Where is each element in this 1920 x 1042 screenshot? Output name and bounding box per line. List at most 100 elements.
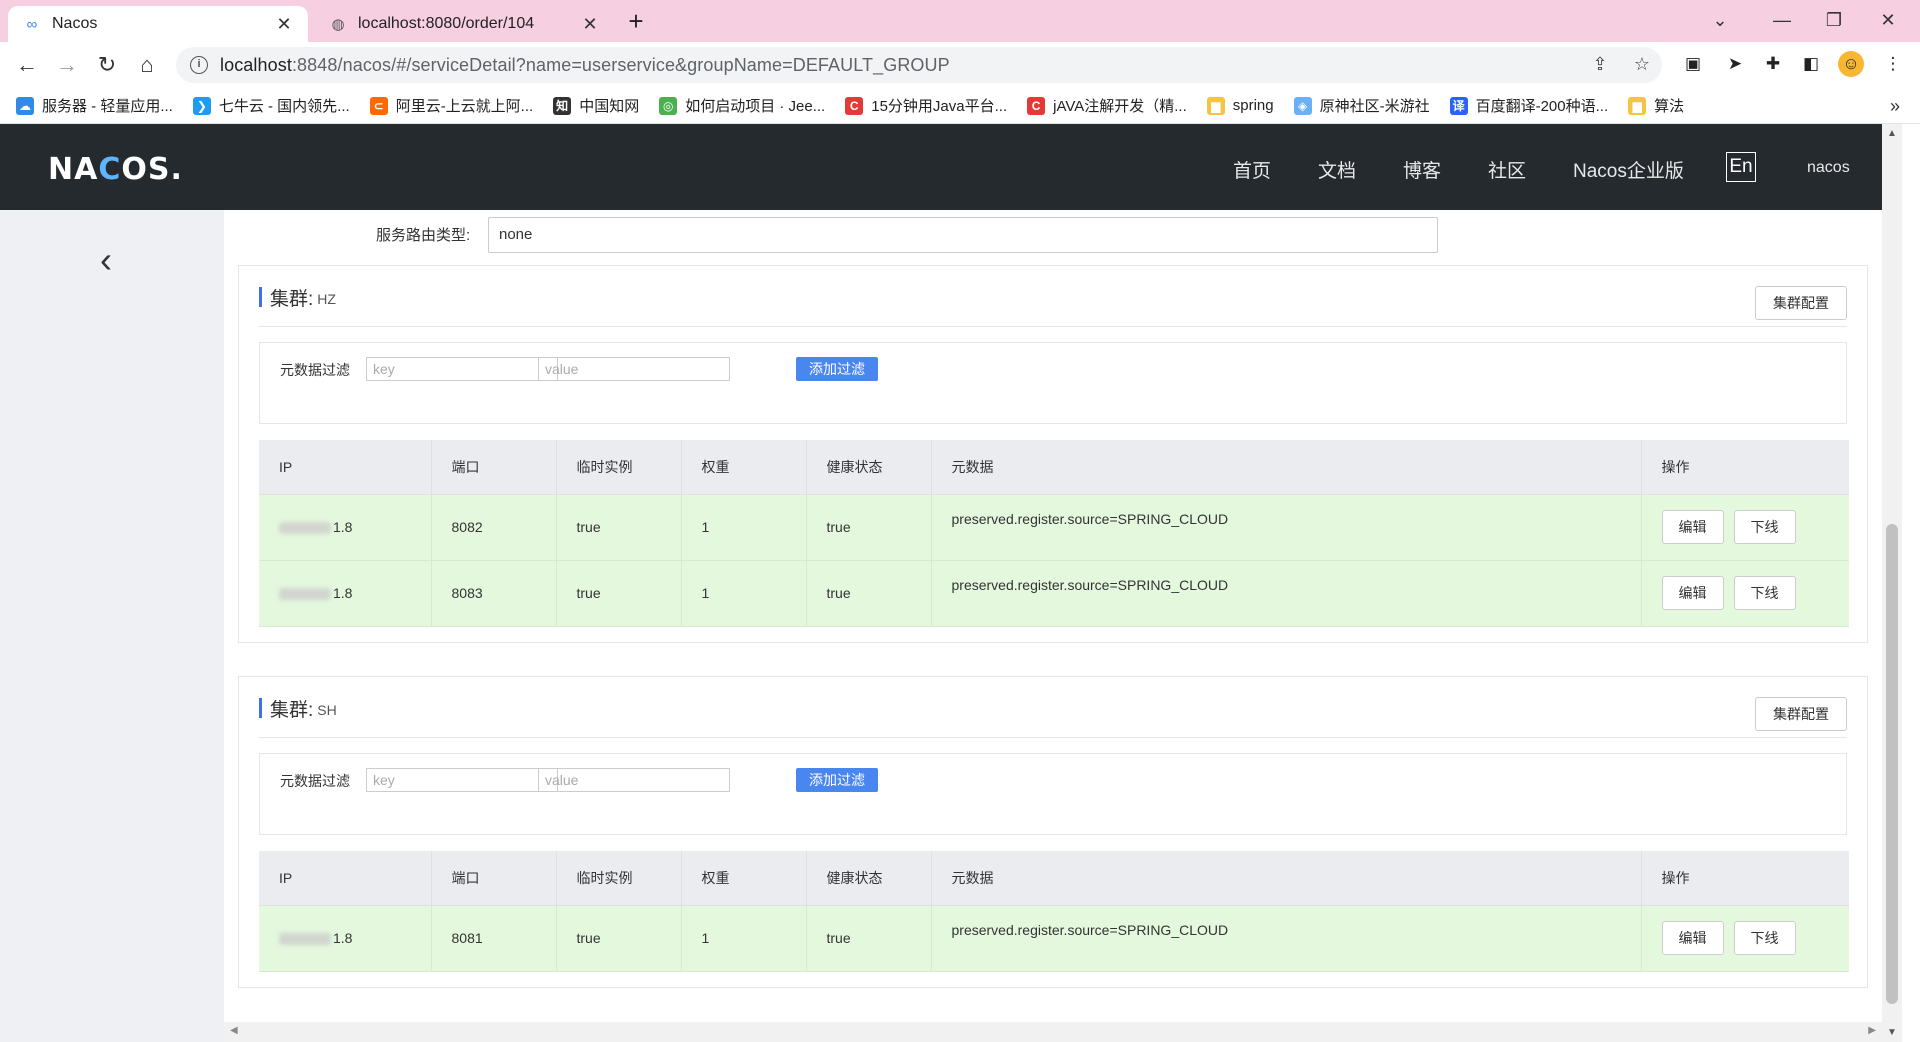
more-bookmarks-icon[interactable]: » (1890, 96, 1900, 117)
bookmark-item[interactable]: ❯ 七牛云 - 国内领先... (192, 95, 350, 116)
redacted-ip (279, 588, 331, 601)
home-icon[interactable]: ⌂ (132, 50, 162, 80)
bookmark-favicon-icon: C (845, 96, 864, 115)
user-name[interactable]: nacos (1807, 159, 1850, 177)
redacted-ip (279, 522, 331, 535)
ephemeral-cell: true (556, 560, 682, 627)
bookmark-item[interactable]: CjAVA注解开发（精... (1027, 95, 1187, 116)
reload-icon[interactable]: ↻ (92, 50, 122, 80)
metadata-cell: preserved.register.source=SPRING_CLOUD (931, 905, 1642, 972)
weight-cell: 1 (681, 560, 807, 627)
tab-search-icon[interactable]: ⌄ (1700, 4, 1740, 36)
table-row: 1.8 8082 true 1 true preserved.register.sourc… (259, 494, 1849, 561)
bookmark-favicon-icon: ◎ (659, 96, 678, 115)
ip-cell: 1.8 (259, 494, 432, 561)
cluster-label: 集群: (270, 288, 314, 310)
puzzle-extensions-icon[interactable]: ✚ (1760, 51, 1786, 77)
filter-value-input[interactable]: value (538, 357, 730, 381)
cluster-panel: 集群: SH 集群配置 元数据过滤 key value 添加过滤 IP 端口 临时实例 权重 健康状态… (238, 676, 1868, 988)
menu-kebab-icon[interactable]: ⋮ (1880, 51, 1906, 77)
column-header: 权重 (681, 440, 807, 495)
add-filter-button[interactable]: 添加过滤 (796, 357, 878, 381)
bookmark-item[interactable]: ◎ 如何启动项目 · Jee... (659, 95, 825, 116)
filter-value-input[interactable]: value (538, 768, 730, 792)
back-icon[interactable]: ← (12, 50, 42, 80)
actions-cell: 编辑 下线 (1641, 560, 1849, 627)
bookmark-item[interactable]: 译百度翻译-200种语... (1449, 95, 1608, 116)
instance-table: IP 端口 临时实例 权重 健康状态 元数据 操作 1.8 8082 true 1 true prese… (259, 440, 1849, 627)
tab-nacos[interactable]: ∞ Nacos ✕ (8, 6, 308, 42)
offline-button[interactable]: 下线 (1733, 921, 1796, 955)
column-header: 健康状态 (806, 851, 932, 906)
bookmark-item[interactable]: C 15分钟用Java平台... (845, 95, 1007, 116)
bookmark-star-icon[interactable]: ☆ (1628, 50, 1656, 78)
bookmark-item[interactable]: ▆ 算法 (1628, 95, 1684, 116)
cluster-header: 集群: SH (259, 697, 337, 721)
nacos-logo[interactable]: NACOS. (48, 152, 183, 187)
site-info-icon[interactable]: i (190, 56, 208, 74)
scroll-down-icon[interactable]: ▼ (1887, 1027, 1897, 1038)
edit-button[interactable]: 编辑 (1661, 576, 1724, 610)
filter-key-input[interactable]: key (366, 768, 558, 792)
offline-button[interactable]: 下线 (1733, 510, 1796, 544)
address-bar[interactable]: i localhost:8848/nacos/#/serviceDetail?n… (176, 47, 1662, 83)
bookmark-favicon-icon: ☁ (16, 96, 34, 115)
port-cell: 8082 (431, 494, 557, 561)
nacos-header: NACOS. 首页 文档 博客 社区 Nacos企业版 En nacos (0, 124, 1920, 210)
bookmark-item[interactable]: ☁ 服务器 - 轻量应用... (16, 95, 173, 116)
edit-button[interactable]: 编辑 (1661, 510, 1724, 544)
nav-community[interactable]: 社区 (1488, 156, 1526, 183)
vertical-scrollbar[interactable]: ▲ ▼ (1882, 124, 1902, 1042)
add-filter-button[interactable]: 添加过滤 (796, 768, 878, 792)
column-header: IP (259, 851, 432, 906)
close-tab-icon[interactable]: ✕ (580, 14, 600, 35)
tab-title: Nacos (52, 15, 98, 32)
cursor-extension-icon[interactable]: ➤ (1722, 51, 1748, 77)
metadata-cell: preserved.register.source=SPRING_CLOUD (931, 494, 1642, 561)
column-header: 元数据 (931, 440, 1642, 495)
column-header: 操作 (1641, 851, 1849, 906)
back-arrow-icon[interactable]: ‹ (100, 240, 122, 280)
cluster-config-button[interactable]: 集群配置 (1755, 286, 1847, 320)
nav-docs[interactable]: 文档 (1318, 156, 1356, 183)
scroll-right-icon[interactable]: ▶ (1868, 1025, 1876, 1036)
bookmark-item[interactable]: ⊂ 阿里云-上云就上阿... (369, 95, 534, 116)
bookmark-item[interactable]: ◈ 原神社区-米游社 (1293, 95, 1430, 116)
column-header: 临时实例 (556, 851, 682, 906)
filter-key-input[interactable]: key (366, 357, 558, 381)
cluster-config-button[interactable]: 集群配置 (1755, 697, 1847, 731)
forward-icon[interactable]: → (52, 50, 82, 80)
bookmark-favicon-icon: ◈ (1293, 96, 1312, 115)
maximize-button[interactable]: ❐ (1814, 4, 1854, 36)
bookmark-label: 15分钟用Java平台... (871, 98, 1008, 115)
nav-home[interactable]: 首页 (1233, 156, 1271, 183)
share-icon[interactable]: ⇪ (1586, 50, 1614, 78)
bookmark-item[interactable]: ▆ spring (1206, 96, 1274, 115)
scroll-left-icon[interactable]: ◀ (230, 1025, 238, 1036)
ephemeral-cell: true (556, 905, 682, 972)
healthy-cell: true (806, 905, 932, 972)
new-tab-button[interactable]: + (622, 8, 650, 36)
offline-button[interactable]: 下线 (1733, 576, 1796, 610)
profile-avatar-icon[interactable]: ☺ (1838, 51, 1864, 77)
horizontal-scrollbar[interactable]: ◀ ▶ (224, 1022, 1882, 1042)
bookmark-item[interactable]: 知中国知网 (553, 95, 639, 116)
scrollbar-thumb[interactable] (1886, 524, 1898, 1004)
close-window-button[interactable]: ✕ (1868, 4, 1908, 36)
bookmark-label: 阿里云-上云就上阿... (395, 98, 534, 115)
tab-order[interactable]: ◍ localhost:8080/order/104 ✕ (314, 6, 614, 42)
scroll-up-icon[interactable]: ▲ (1887, 128, 1897, 139)
actions-cell: 编辑 下线 (1641, 494, 1849, 561)
language-switch-button[interactable]: En (1726, 152, 1756, 182)
nav-blog[interactable]: 博客 (1403, 156, 1441, 183)
route-type-field[interactable]: none (488, 217, 1438, 253)
extension-icon[interactable]: ▣ (1680, 51, 1706, 77)
nav-enterprise[interactable]: Nacos企业版 (1573, 156, 1684, 183)
minimize-button[interactable]: — (1762, 4, 1802, 36)
close-tab-icon[interactable]: ✕ (274, 14, 294, 35)
browser-toolbar: ← → ↻ ⌂ i localhost:8848/nacos/#/service… (0, 42, 1920, 88)
side-panel-icon[interactable]: ◧ (1798, 51, 1824, 77)
table-row: 1.8 8083 true 1 true preserved.register.sourc… (259, 560, 1849, 627)
bookmark-favicon-icon: C (1027, 96, 1046, 115)
edit-button[interactable]: 编辑 (1661, 921, 1724, 955)
